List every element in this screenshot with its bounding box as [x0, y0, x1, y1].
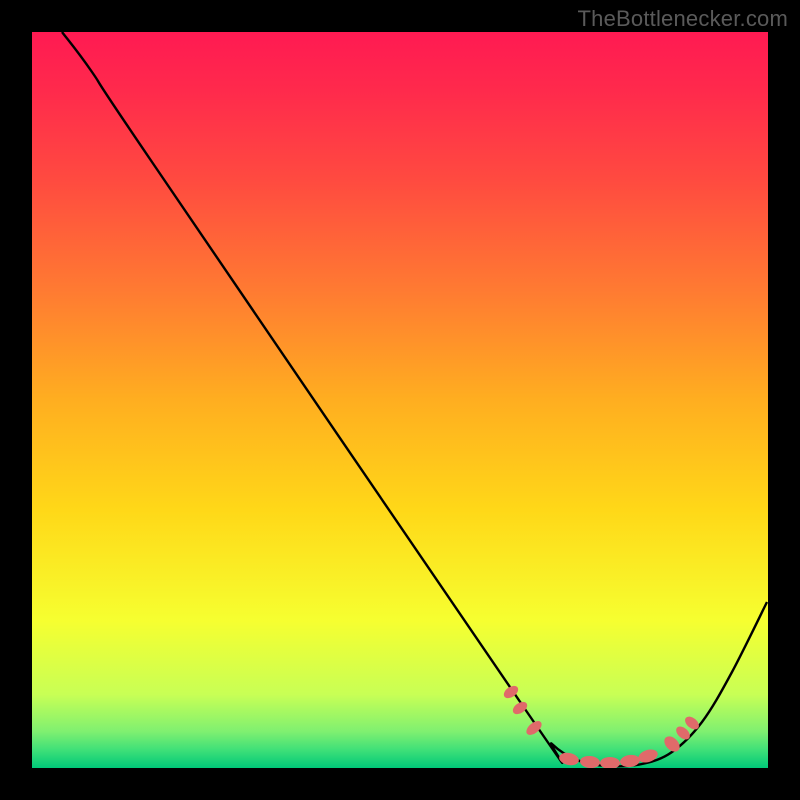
plot-area: [32, 32, 768, 768]
watermark-text: TheBottlenecker.com: [578, 6, 788, 32]
chart-canvas: [32, 32, 768, 768]
chart-frame: TheBottlenecker.com: [0, 0, 800, 800]
gradient-background: [32, 32, 768, 768]
